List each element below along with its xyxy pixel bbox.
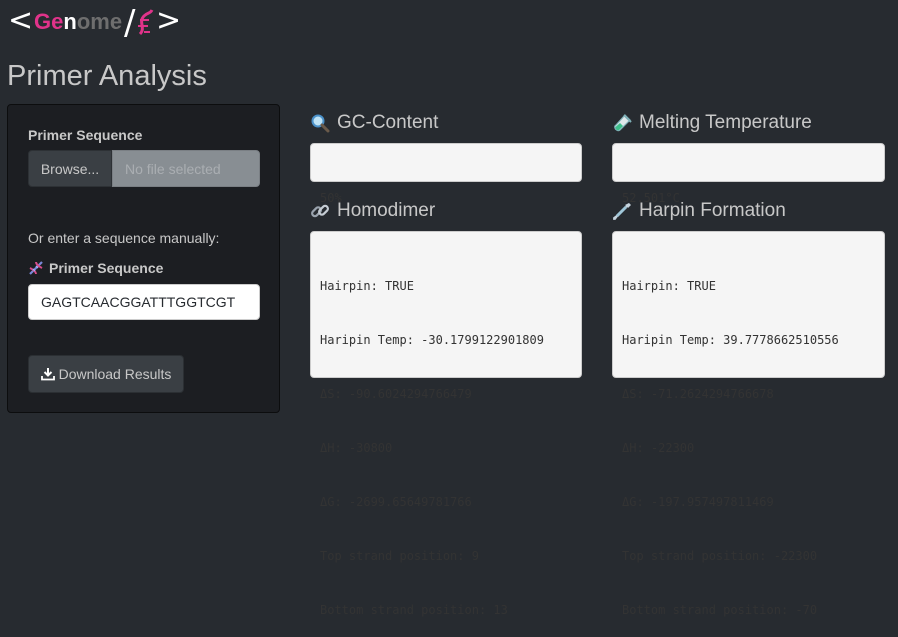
hairpin-line: Bottom strand position: -70: [622, 603, 818, 617]
page-title: Primer Analysis: [7, 60, 207, 92]
homodimer-line: Haripin Temp: -30.1799122901809: [320, 333, 544, 347]
logo-right-bracket: >: [156, 3, 181, 38]
download-icon: [40, 367, 55, 381]
homodimer-line: ΔG: -2699.65649781766: [320, 495, 472, 509]
sequence-input[interactable]: GAGTCAACGGATTTGGTCGT: [28, 284, 260, 320]
link-icon: [310, 201, 330, 221]
file-upload-group: Browse... No file selected: [28, 150, 260, 187]
gc-content-output: 50%: [310, 143, 582, 205]
sequence-label-text: Primer Sequence: [49, 260, 164, 276]
primer-sequence-label: Primer Sequence: [28, 127, 143, 143]
logo-slash: /: [124, 3, 136, 43]
hairpin-line: Top strand position: -22300: [622, 549, 818, 563]
magnifier-icon: [310, 113, 330, 133]
sequence-input-label: Primer Sequence: [28, 260, 163, 276]
melting-temperature-title: Melting Temperature: [612, 112, 812, 134]
dna-icon: [28, 260, 44, 276]
logo-text: Genome: [34, 9, 122, 34]
hairpin-line: ΔH: -22300: [622, 441, 695, 455]
input-sidebar: Primer Sequence Browse... No file select…: [7, 104, 280, 413]
dna-helix-icon: [138, 9, 154, 36]
test-tube-icon: [612, 113, 632, 133]
homodimer-line: ΔH: -30800: [320, 441, 393, 455]
homodimer-line: Bottom strand position: 13: [320, 603, 508, 617]
homodimer-line: ΔS: -90.6024294766479: [320, 387, 472, 401]
hairpin-line: ΔS: -71.2624294766678: [622, 387, 774, 401]
file-name-field[interactable]: No file selected: [112, 150, 260, 187]
manual-entry-label: Or enter a sequence manually:: [28, 230, 220, 246]
homodimer-line: Top strand position: 9: [320, 549, 479, 563]
gc-content-title: GC-Content: [310, 112, 438, 134]
homodimer-line: Hairpin: TRUE: [320, 279, 414, 293]
browse-button[interactable]: Browse...: [28, 150, 112, 187]
hairpin-line: ΔG: -197.957497811469: [622, 495, 774, 509]
melting-temperature-output: 52.501°C: [612, 143, 885, 205]
download-results-button[interactable]: Download Results: [28, 355, 184, 393]
download-label: Download Results: [58, 366, 172, 382]
hairpin-line: Hairpin: TRUE: [622, 279, 716, 293]
hairpin-line: Haripin Temp: 39.7778662510556: [622, 333, 839, 347]
hairpin-formation-output: Hairpin: TRUE Haripin Temp: 39.777866251…: [612, 231, 885, 617]
homodimer-title: Homodimer: [310, 200, 435, 222]
hairpin-formation-title: Harpin Formation: [612, 200, 786, 222]
genome-logo: < Genome / >: [8, 2, 188, 44]
pipette-icon: [612, 201, 632, 221]
homodimer-output: Hairpin: TRUE Haripin Temp: -30.17991229…: [310, 231, 582, 617]
logo-left-bracket: <: [8, 3, 33, 38]
